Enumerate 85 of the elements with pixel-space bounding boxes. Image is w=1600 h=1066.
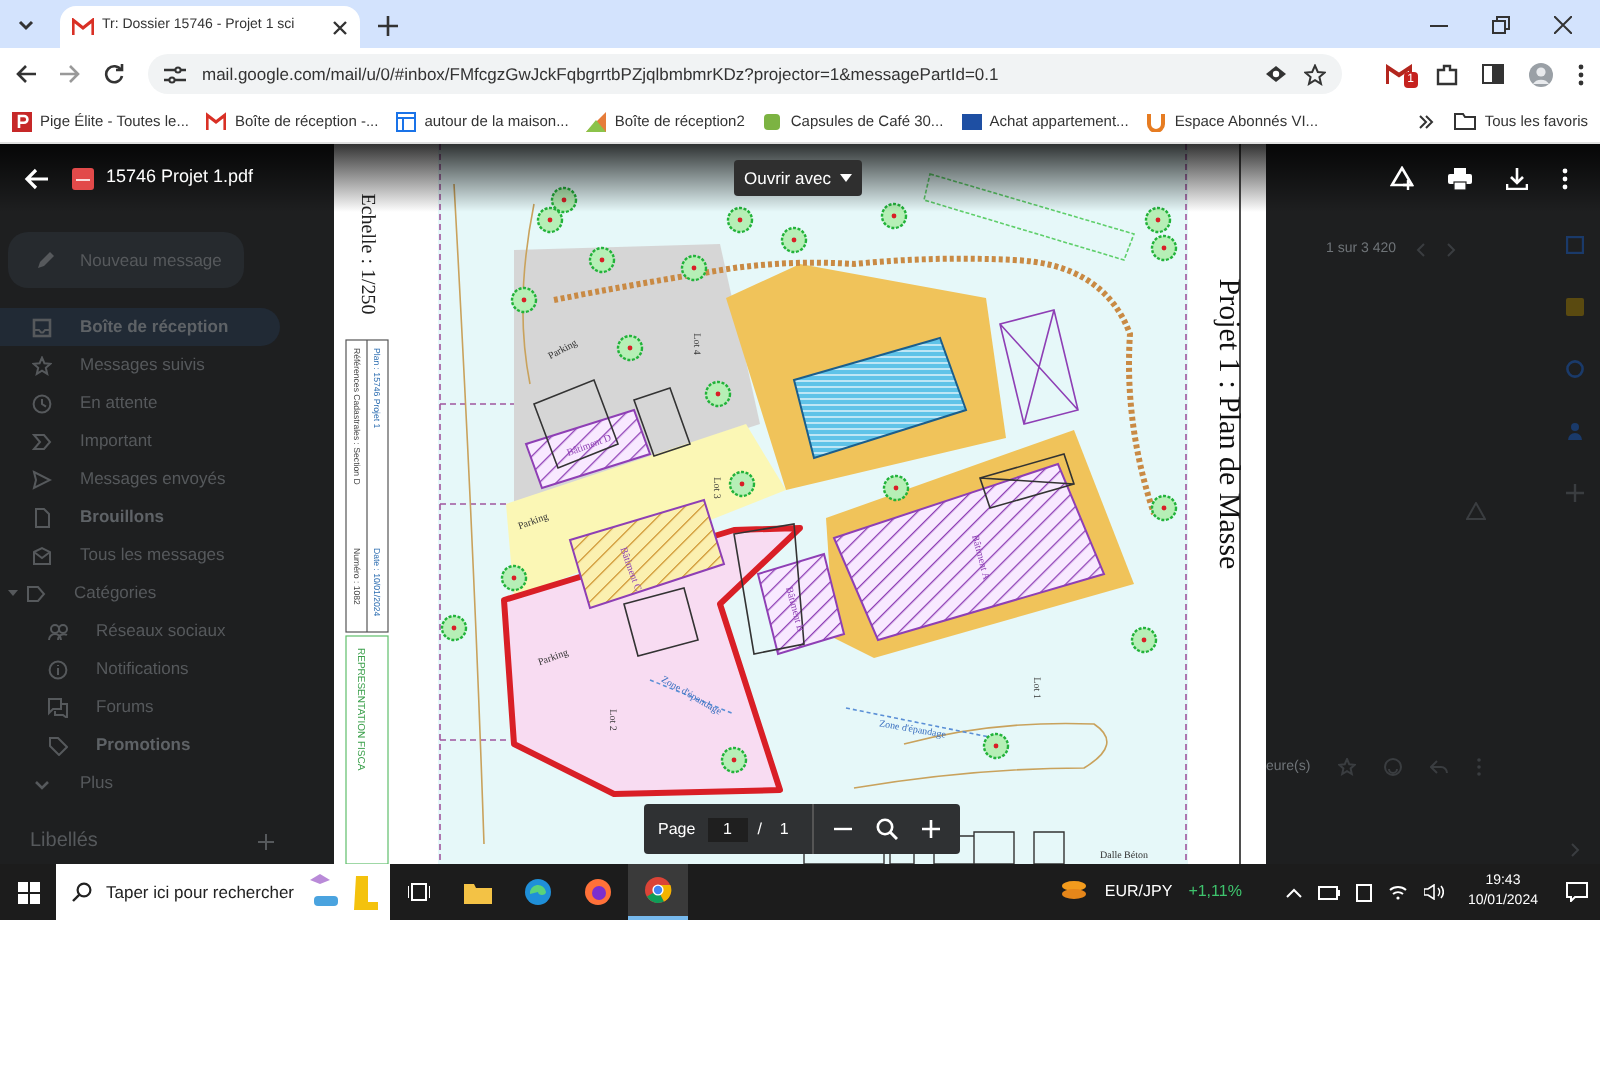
folder-item[interactable]: Boîte de réception [0, 308, 280, 346]
letter-p-icon [12, 111, 32, 131]
search-field[interactable]: Taper ici pour rechercher [56, 864, 390, 920]
print-icon[interactable] [1448, 167, 1472, 189]
windows-logo-icon[interactable] [18, 881, 40, 903]
eye-icon[interactable] [1264, 64, 1288, 84]
task-check-icon[interactable] [1565, 360, 1583, 378]
star-icon[interactable] [1338, 758, 1357, 777]
taskbar-app[interactable] [628, 864, 688, 920]
wifi-icon[interactable] [1387, 884, 1408, 900]
folder-icon [1454, 112, 1477, 130]
reload-icon[interactable] [104, 64, 124, 84]
label-icon [26, 583, 46, 603]
speaker-icon[interactable] [1423, 884, 1444, 900]
restore-icon[interactable] [1492, 15, 1510, 33]
ticker-change: +1,11% [1188, 880, 1242, 904]
folder-item[interactable]: Réseaux sociaux [0, 612, 280, 650]
chat-icon [48, 697, 68, 717]
page-separator: / [755, 817, 764, 841]
scale-label: Echelle : 1/250 [356, 193, 378, 315]
mail-icon [206, 111, 227, 131]
mail-stack-icon [32, 545, 52, 565]
folder-item[interactable]: Plus [0, 764, 280, 802]
star-icon[interactable] [1304, 63, 1326, 85]
open-with-button[interactable]: Ouvrir avec [734, 160, 863, 196]
close-icon[interactable] [332, 19, 348, 35]
device-icon[interactable] [1355, 883, 1372, 901]
battery-icon[interactable] [1317, 885, 1340, 899]
image-icon [586, 111, 607, 131]
coins-icon [1060, 880, 1089, 904]
folder-item[interactable]: Forums [0, 688, 280, 726]
mail-extension-icon[interactable] [1386, 63, 1412, 85]
address-bar[interactable]: mail.google.com/mail/u/0/#inbox/FMfcgzGwJckFqbgrrtbPZjqlbmbmrKDz?projector=1&messagePartId=0.1 [148, 54, 1342, 94]
folder-item[interactable]: Tous les messages [0, 536, 280, 574]
mail-icon [72, 18, 94, 36]
plan-title: Projet 1 : Plan de Masse [1212, 278, 1244, 570]
more-vertical-icon[interactable] [1578, 63, 1584, 85]
zoom-in-icon[interactable] [922, 820, 941, 838]
tag-icon [48, 735, 68, 755]
people-icon [48, 621, 68, 641]
new-tab-icon[interactable] [378, 16, 398, 36]
download-icon[interactable] [1506, 167, 1528, 189]
site-settings-icon[interactable] [164, 65, 186, 83]
pdf-file-icon [72, 167, 94, 189]
folder-item[interactable]: Notifications [0, 650, 280, 688]
back-arrow-icon[interactable] [16, 64, 36, 84]
pencil-icon [36, 250, 56, 270]
browser-logo-icon [644, 876, 672, 904]
chevron-up-icon[interactable] [1285, 887, 1302, 897]
caret-icon [840, 174, 853, 182]
folder-item[interactable]: Brouillons [0, 498, 280, 536]
info-icon [48, 659, 68, 679]
more-vertical-icon[interactable] [1562, 167, 1568, 189]
puzzle-icon[interactable] [1436, 63, 1458, 85]
folder-item[interactable]: Messages suivis [0, 346, 280, 384]
send-icon [32, 469, 52, 489]
star-icon [32, 355, 52, 375]
important-marker-icon [32, 431, 52, 451]
url-text: mail.google.com/mail/u/0/#inbox/FMfcgzGwJckFqbgrrtbPZjqlbmbmrKDz?projector=1&messagePartId=0.1 [202, 61, 1001, 87]
page-count: 1 [777, 817, 791, 841]
magnifier-icon[interactable] [876, 818, 899, 840]
document-icon [396, 111, 417, 131]
folder-item[interactable]: Important [0, 422, 280, 460]
letter-u-icon [1146, 111, 1167, 131]
double-chevron-icon[interactable] [1418, 113, 1435, 129]
section-heading: Libellés [30, 828, 98, 856]
ticker-symbol: EUR/JPY [1104, 880, 1173, 904]
forward-arrow-icon[interactable] [60, 64, 80, 84]
folder-item[interactable]: Promotions [0, 726, 280, 764]
close-icon[interactable] [1554, 15, 1572, 33]
search-icon [72, 882, 92, 902]
clock-icon [32, 393, 52, 413]
page-label: Page [656, 817, 698, 841]
document-icon [32, 507, 52, 527]
folder-item[interactable]: Messages envoyés [0, 460, 280, 498]
side-panel-icon[interactable] [1482, 64, 1504, 84]
folder-item[interactable]: En attente [0, 384, 280, 422]
inbox-icon [32, 317, 52, 337]
folder-item[interactable]: Catégories [0, 574, 280, 612]
page-number-field[interactable]: 1 [707, 817, 748, 841]
avatar-icon[interactable] [1528, 61, 1554, 87]
add-to-drive-icon[interactable] [1390, 166, 1414, 190]
notification-icon[interactable] [1566, 882, 1588, 902]
search-placeholder: Taper ici pour rechercher [106, 879, 295, 905]
file-name: 15746 Projet 1.pdf [106, 164, 254, 191]
